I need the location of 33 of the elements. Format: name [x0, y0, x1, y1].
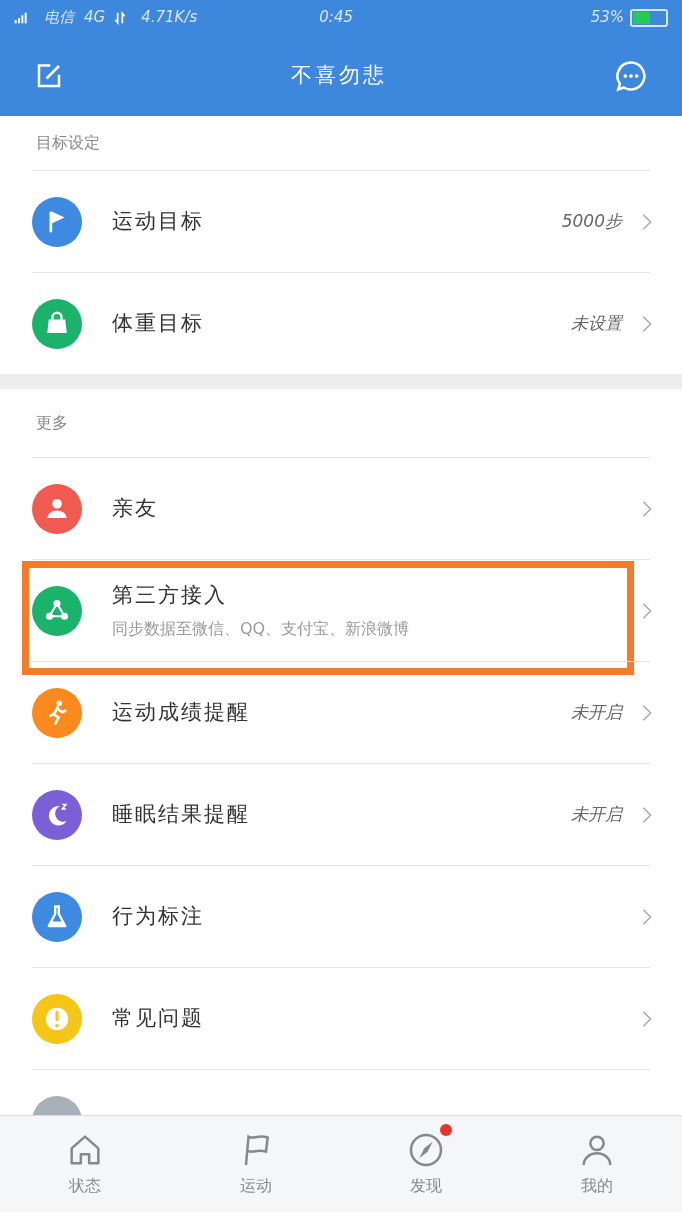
row-value: 未设置 — [571, 311, 622, 335]
row-title: 运动目标 — [112, 207, 204, 235]
settings-row[interactable]: 睡眠结果提醒 未开启 — [32, 763, 650, 865]
settings-row[interactable]: 常见问题 — [32, 967, 650, 1069]
settings-row[interactable]: 亲友 — [32, 457, 650, 559]
row-title: 体重目标 — [112, 309, 204, 337]
carrier-name: 电信 — [44, 7, 74, 29]
settings-row[interactable]: 运动目标 5000步 — [32, 170, 650, 272]
settings-row[interactable]: 行为标注 — [32, 865, 650, 967]
row-title: 睡眠结果提醒 — [112, 800, 250, 828]
data-arrows-icon — [113, 9, 128, 26]
battery-percent: 53% — [590, 7, 624, 29]
section-title: 更多 — [36, 412, 68, 434]
row-value: 5000步 — [561, 209, 622, 233]
row-value: 未开启 — [571, 700, 622, 724]
row-subtitle: 同步数据至微信、QQ、支付宝、新浪微博 — [112, 618, 410, 641]
row-title: 常见问题 — [112, 1004, 204, 1032]
row-title: 行为标注 — [112, 902, 204, 930]
row-title: 第三方接入 — [112, 581, 228, 609]
message-button[interactable] — [614, 58, 648, 93]
row-title: 亲友 — [112, 494, 158, 522]
row-title: 运动成绩提醒 — [112, 698, 250, 726]
chat-bubble-icon — [614, 58, 648, 93]
battery-icon — [630, 8, 668, 27]
section-title: 目标设定 — [36, 132, 100, 154]
tab[interactable]: 我的 — [511, 1116, 682, 1212]
clock: 0:45 — [319, 7, 353, 29]
settings-row[interactable]: 第三方接入 同步数据至微信、QQ、支付宝、新浪微博 — [32, 559, 650, 661]
settings-row[interactable]: 运动成绩提醒 未开启 — [32, 661, 650, 763]
network-type: 4G — [84, 7, 106, 29]
header-title: 不喜勿悲 — [291, 61, 387, 89]
row-value: 未开启 — [571, 802, 622, 826]
network-speed: 4.71K/s — [141, 7, 198, 29]
